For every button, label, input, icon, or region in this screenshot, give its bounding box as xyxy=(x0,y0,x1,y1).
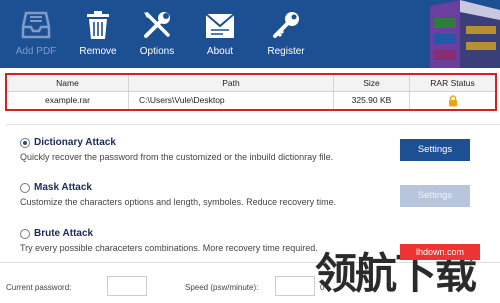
dictionary-attack-title: Dictionary Attack xyxy=(34,137,116,148)
about-label: About xyxy=(206,46,234,57)
current-password-field xyxy=(107,276,147,296)
column-header-name[interactable]: Name xyxy=(7,75,129,92)
envelope-icon xyxy=(205,13,235,38)
brute-attack-title: Brute Attack xyxy=(34,228,94,239)
watermark-url: lhdown.com xyxy=(400,244,480,260)
tools-icon xyxy=(144,12,170,38)
file-size-cell: 325.90 KB xyxy=(334,92,410,109)
file-table: Name Path Size RAR Status example.rar C:… xyxy=(5,73,497,111)
table-header-row: Name Path Size RAR Status xyxy=(7,75,495,92)
mask-attack-desc: Customize the characters options and len… xyxy=(20,197,337,207)
rar-status-cell xyxy=(410,92,495,109)
lock-icon xyxy=(448,95,457,107)
file-name-cell: example.rar xyxy=(7,92,129,109)
key-icon xyxy=(273,12,299,38)
current-password-label: Current password: xyxy=(6,283,72,292)
column-header-size[interactable]: Size xyxy=(334,75,410,92)
mask-settings-button[interactable]: Settings xyxy=(400,185,470,207)
mask-attack-radio[interactable] xyxy=(20,183,30,193)
add-pdf-button[interactable]: Add PDF xyxy=(6,4,66,62)
toolbar: Add PDF Remove Options About Register xyxy=(0,0,500,68)
options-label: Options xyxy=(139,46,175,57)
about-button[interactable]: About xyxy=(190,4,250,62)
remove-button[interactable]: Remove xyxy=(68,4,128,62)
speed-label: Speed (psw/minute): xyxy=(185,283,259,292)
brute-attack-desc: Try every possible characeters combinati… xyxy=(20,243,318,253)
file-path-cell: C:\Users\Vule\Desktop xyxy=(129,92,334,109)
dictionary-attack-desc: Quickly recover the password from the cu… xyxy=(20,152,334,162)
register-button[interactable]: Register xyxy=(256,4,316,62)
speed-field xyxy=(275,276,315,296)
trash-icon xyxy=(87,11,109,39)
brute-attack-radio[interactable] xyxy=(20,229,30,239)
register-label: Register xyxy=(267,46,305,57)
product-box-logo xyxy=(430,0,500,68)
mask-attack-title: Mask Attack xyxy=(34,182,92,193)
add-pdf-label: Add PDF xyxy=(15,46,57,57)
dictionary-attack-radio[interactable] xyxy=(20,138,30,148)
remove-label: Remove xyxy=(79,46,117,57)
table-row[interactable]: example.rar C:\Users\Vule\Desktop 325.90… xyxy=(7,92,495,109)
inbox-tray-icon xyxy=(21,11,51,39)
dictionary-settings-button[interactable]: Settings xyxy=(400,139,470,161)
column-header-path[interactable]: Path xyxy=(129,75,334,92)
attack-options-panel: Dictionary Attack Quickly recover the pa… xyxy=(6,124,500,256)
column-header-rar-status[interactable]: RAR Status xyxy=(410,75,495,92)
options-button[interactable]: Options xyxy=(127,4,187,62)
